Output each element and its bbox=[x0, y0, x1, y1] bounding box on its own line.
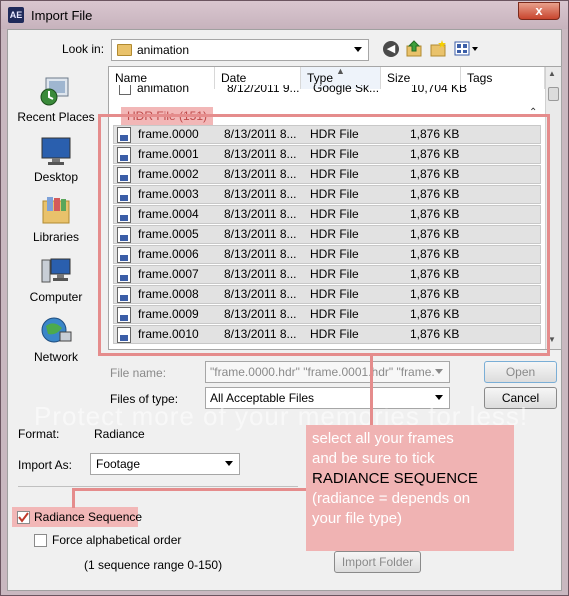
divider bbox=[18, 486, 298, 487]
place-label: Libraries bbox=[32, 230, 80, 244]
place-network[interactable]: Network bbox=[10, 316, 102, 364]
folder-icon bbox=[117, 44, 132, 56]
selection-annotation-frame bbox=[98, 114, 550, 356]
import-file-dialog: AE Import File x Look in: animation ◀ Re… bbox=[0, 0, 569, 596]
network-icon bbox=[40, 316, 72, 346]
place-label: Computer bbox=[29, 290, 83, 304]
look-in-value: animation bbox=[137, 43, 190, 57]
callout-line-4: (radiance = depends on bbox=[312, 490, 471, 507]
partial-size: 10,704 KB bbox=[411, 85, 468, 95]
import-as-dropdown[interactable]: Footage bbox=[90, 453, 240, 475]
places-sidebar: Recent Places Desktop Libraries Computer bbox=[10, 68, 102, 364]
callout-line-3: RADIANCE SEQUENCE bbox=[312, 470, 478, 487]
place-recent-places[interactable]: Recent Places bbox=[10, 76, 102, 124]
view-menu-icon[interactable] bbox=[454, 41, 480, 57]
look-in-dropdown[interactable]: animation bbox=[111, 39, 369, 61]
look-in-label: Look in: bbox=[62, 42, 105, 56]
up-folder-icon[interactable] bbox=[406, 40, 422, 57]
file-name-input[interactable]: "frame.0000.hdr" "frame.0001.hdr" "frame… bbox=[205, 361, 450, 383]
force-alphabetical-checkbox[interactable] bbox=[34, 534, 47, 547]
new-folder-icon[interactable] bbox=[430, 40, 446, 57]
place-computer[interactable]: Computer bbox=[10, 256, 102, 304]
instruction-callout: select all your frames and be sure to ti… bbox=[306, 425, 514, 551]
chevron-down-icon bbox=[435, 369, 443, 374]
desktop-icon bbox=[40, 136, 72, 166]
sort-ascending-icon: ▲ bbox=[336, 66, 345, 76]
radiance-sequence-checkbox[interactable] bbox=[17, 511, 30, 524]
column-header-type-label: Type bbox=[307, 71, 334, 85]
chevron-down-icon bbox=[225, 461, 233, 466]
annotation-connector-down bbox=[72, 488, 75, 508]
dialog-body: Look in: animation ◀ Recent Places Deskt… bbox=[7, 29, 562, 591]
format-value: Radiance bbox=[94, 427, 145, 441]
recent-places-icon bbox=[40, 76, 72, 106]
place-desktop[interactable]: Desktop bbox=[10, 136, 102, 184]
format-label: Format: bbox=[18, 427, 60, 441]
annotation-connector-horizontal bbox=[72, 488, 313, 491]
open-button[interactable]: Open bbox=[484, 361, 557, 383]
import-as-value: Footage bbox=[96, 457, 141, 471]
place-libraries[interactable]: Libraries bbox=[10, 196, 102, 244]
file-name-label: File name: bbox=[110, 366, 167, 380]
place-label: Recent Places bbox=[17, 110, 95, 124]
after-effects-app-icon: AE bbox=[8, 7, 24, 23]
partial-type: Google Sk... bbox=[313, 85, 380, 95]
close-button[interactable]: x bbox=[518, 2, 560, 20]
list-item-partial[interactable]: animation 8/12/2011 9... Google Sk... 10… bbox=[113, 85, 541, 97]
file-icon bbox=[119, 85, 131, 95]
import-as-label: Import As: bbox=[18, 458, 73, 472]
radiance-sequence-label[interactable]: Radiance Sequence bbox=[34, 510, 142, 524]
partial-date: 8/12/2011 9... bbox=[227, 85, 300, 95]
callout-line-5: your file type) bbox=[312, 510, 403, 527]
scroll-up-icon[interactable]: ▲ bbox=[548, 69, 556, 78]
callout-line-2: and be sure to tick bbox=[312, 450, 435, 467]
chevron-down-icon bbox=[354, 47, 362, 52]
title-bar[interactable]: AE Import File x bbox=[1, 1, 568, 29]
force-alphabetical-label[interactable]: Force alphabetical order bbox=[52, 533, 181, 547]
chevron-down-icon bbox=[435, 395, 443, 400]
computer-icon bbox=[40, 256, 72, 286]
import-folder-button[interactable]: Import Folder bbox=[334, 551, 421, 573]
file-name-value: "frame.0000.hdr" "frame.0001.hdr" "frame… bbox=[210, 365, 435, 379]
place-label: Desktop bbox=[33, 170, 79, 184]
back-arrow-icon[interactable]: ◀ bbox=[383, 41, 399, 57]
place-label: Network bbox=[33, 350, 78, 364]
callout-line-1: select all your frames bbox=[312, 430, 454, 447]
partial-name: animation bbox=[137, 85, 190, 95]
scroll-thumb[interactable] bbox=[548, 87, 559, 101]
window-title: Import File bbox=[31, 8, 93, 23]
sequence-info: (1 sequence range 0-150) bbox=[84, 558, 223, 572]
libraries-icon bbox=[40, 196, 72, 226]
